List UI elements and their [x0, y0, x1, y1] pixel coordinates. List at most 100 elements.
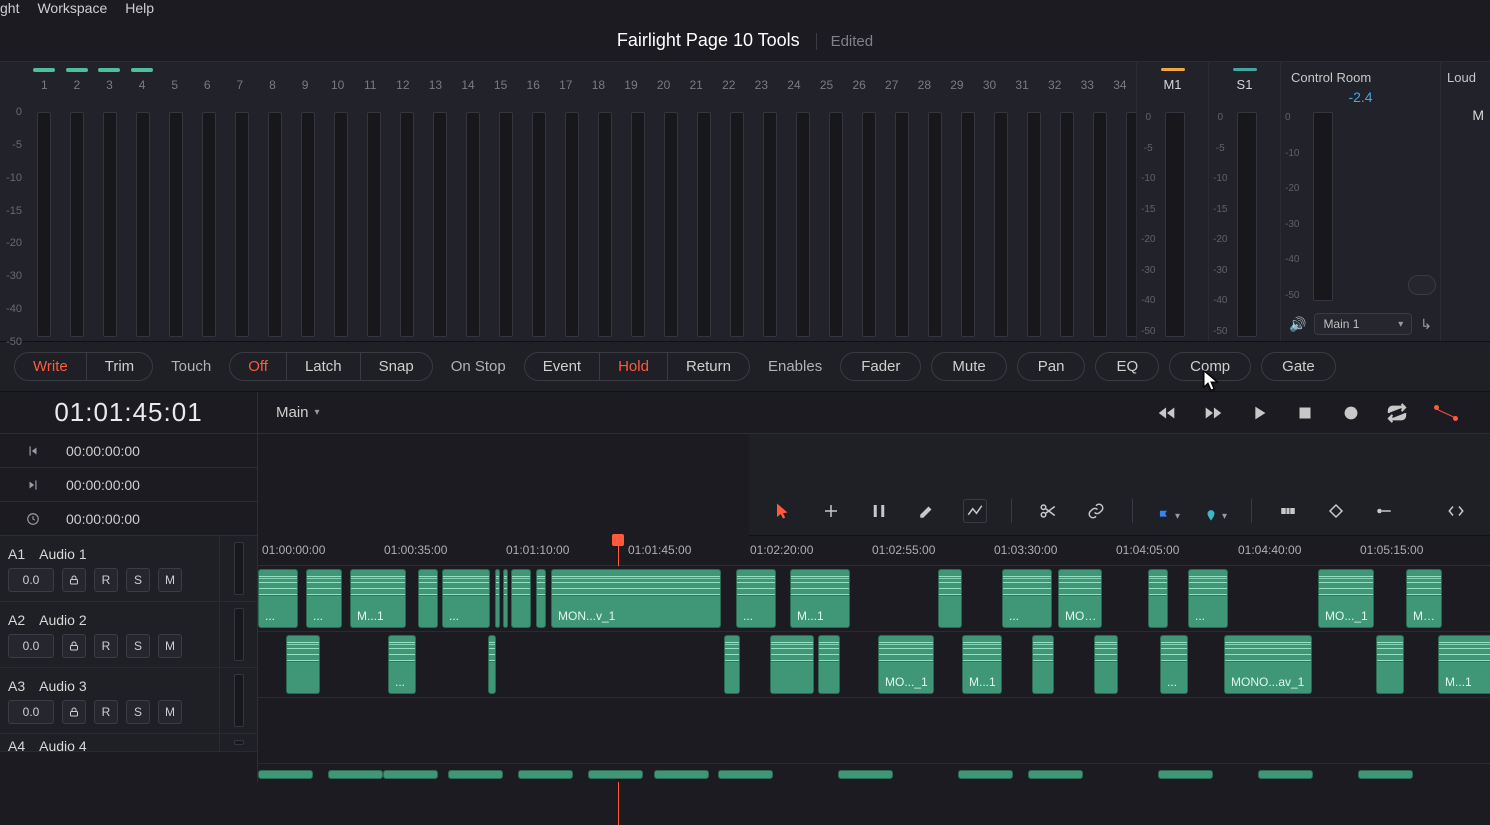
audio-clip[interactable]: [328, 770, 383, 779]
clip-lane-a4[interactable]: [258, 764, 1490, 782]
audio-clip[interactable]: M...1: [1438, 635, 1490, 694]
fast-forward-button[interactable]: [1202, 402, 1224, 424]
audio-clip[interactable]: M...1: [350, 569, 406, 628]
snapping-button[interactable]: [1276, 499, 1300, 523]
audio-clip[interactable]: [518, 770, 573, 779]
track-meter[interactable]: 21: [680, 68, 713, 341]
stop-button[interactable]: [1294, 402, 1316, 424]
automation-toggle-button[interactable]: [1432, 402, 1460, 424]
timeline-view-options[interactable]: [1444, 499, 1468, 523]
track-gain[interactable]: 0.0: [8, 568, 54, 592]
duration-row[interactable]: 00:00:00:00: [0, 502, 257, 536]
audio-clip[interactable]: M...1: [1406, 569, 1442, 628]
track-header-a4[interactable]: A4Audio 4: [0, 734, 257, 752]
link-tool[interactable]: [1084, 499, 1108, 523]
audio-clip[interactable]: [286, 635, 320, 694]
track-meter[interactable]: 31: [1006, 68, 1039, 341]
track-meter[interactable]: 14: [452, 68, 485, 341]
audio-clip[interactable]: [448, 770, 503, 779]
track-meter[interactable]: 7: [224, 68, 257, 341]
track-name[interactable]: Audio 3: [39, 678, 86, 694]
audio-clip[interactable]: [1148, 569, 1168, 628]
audio-clip[interactable]: ...: [1188, 569, 1228, 628]
track-gain[interactable]: 0.0: [8, 634, 54, 658]
audio-clip[interactable]: [1258, 770, 1313, 779]
track-m-button[interactable]: M: [158, 568, 182, 592]
bus-meter-s1[interactable]: S1 0-5-10-15-20-30-40-50: [1208, 62, 1280, 341]
track-meter[interactable]: 27: [875, 68, 908, 341]
track-s-button[interactable]: S: [126, 568, 150, 592]
track-m-button[interactable]: M: [158, 634, 182, 658]
track-meter[interactable]: 1: [28, 68, 61, 341]
track-meter[interactable]: 34: [1104, 68, 1136, 341]
selection-tool[interactable]: [771, 499, 795, 523]
audio-clip[interactable]: ...: [306, 569, 342, 628]
track-header-a2[interactable]: A2Audio 2 0.0 RSM: [0, 602, 257, 668]
clip-lane-a3[interactable]: [258, 698, 1490, 764]
track-header-a1[interactable]: A1Audio 1 0.0 RSM: [0, 536, 257, 602]
track-meter[interactable]: 32: [1038, 68, 1071, 341]
track-meter[interactable]: 17: [550, 68, 583, 341]
track-r-button[interactable]: R: [94, 700, 118, 724]
audio-clip[interactable]: ...: [1002, 569, 1052, 628]
touch-mode-latch[interactable]: Latch: [286, 353, 360, 380]
play-button[interactable]: [1248, 402, 1270, 424]
audio-clip[interactable]: [1376, 635, 1404, 694]
out-point-row[interactable]: 00:00:00:00: [0, 468, 257, 502]
onstop-mode-event[interactable]: Event: [525, 353, 599, 380]
track-meter[interactable]: 2: [61, 68, 94, 341]
scissors-tool[interactable]: [1036, 499, 1060, 523]
track-meter[interactable]: 4: [126, 68, 159, 341]
track-meter[interactable]: 3: [93, 68, 126, 341]
track-meter[interactable]: 5: [158, 68, 191, 341]
track-name[interactable]: Audio 2: [39, 612, 86, 628]
audio-clip[interactable]: [258, 770, 313, 779]
automation-select-tool[interactable]: [963, 499, 987, 523]
keyframe-diamond-icon[interactable]: [1324, 499, 1348, 523]
clip-lane-a2[interactable]: ...MO..._1M...1...MONO...av_1M...1: [258, 632, 1490, 698]
bus-meter-m1[interactable]: M1 0-5-10-15-20-30-40-50: [1136, 62, 1208, 341]
track-meter[interactable]: 11: [354, 68, 387, 341]
dim-arrow-icon[interactable]: ↳: [1420, 316, 1432, 333]
audio-clip[interactable]: MONO...av_1: [1224, 635, 1312, 694]
audio-clip[interactable]: ...: [388, 635, 416, 694]
automation-mode-write[interactable]: Write: [15, 353, 86, 380]
track-meter[interactable]: 24: [778, 68, 811, 341]
audio-clip[interactable]: [654, 770, 709, 779]
audio-clip[interactable]: [958, 770, 1013, 779]
track-meter[interactable]: 13: [419, 68, 452, 341]
audio-clip[interactable]: [418, 569, 438, 628]
enable-fader[interactable]: Fader: [840, 352, 921, 381]
audio-clip[interactable]: [488, 635, 496, 694]
enable-gate[interactable]: Gate: [1261, 352, 1336, 381]
audio-clip[interactable]: [1032, 635, 1054, 694]
audio-clip[interactable]: [1358, 770, 1413, 779]
monitor-output-select[interactable]: Main 1 ▾: [1314, 313, 1412, 335]
audio-clip[interactable]: ...: [736, 569, 776, 628]
track-meter[interactable]: 23: [745, 68, 778, 341]
track-meter[interactable]: 16: [517, 68, 550, 341]
loop-button[interactable]: [1386, 402, 1408, 424]
record-button[interactable]: [1340, 402, 1362, 424]
audio-clip[interactable]: MO..._1: [1058, 569, 1102, 628]
track-meter[interactable]: 12: [387, 68, 420, 341]
track-meter[interactable]: 9: [289, 68, 322, 341]
track-meter[interactable]: 20: [647, 68, 680, 341]
audio-clip[interactable]: M...1: [790, 569, 850, 628]
audio-clip[interactable]: [495, 569, 500, 628]
lock-icon[interactable]: [62, 568, 86, 592]
track-meter[interactable]: 30: [973, 68, 1006, 341]
enable-mute[interactable]: Mute: [931, 352, 1006, 381]
audio-clip[interactable]: [383, 770, 438, 779]
audio-clip[interactable]: [718, 770, 773, 779]
track-meter[interactable]: 15: [484, 68, 517, 341]
loudness-reset-button[interactable]: [1408, 275, 1436, 295]
audio-clip[interactable]: [818, 635, 840, 694]
track-meter[interactable]: 6: [191, 68, 224, 341]
touch-mode-off[interactable]: Off: [230, 353, 286, 380]
audio-clip[interactable]: M...1: [962, 635, 1002, 694]
audio-clip[interactable]: ...: [258, 569, 298, 628]
track-meter[interactable]: 29: [941, 68, 974, 341]
in-point-row[interactable]: 00:00:00:00: [0, 434, 257, 468]
audio-clip[interactable]: [511, 569, 531, 628]
